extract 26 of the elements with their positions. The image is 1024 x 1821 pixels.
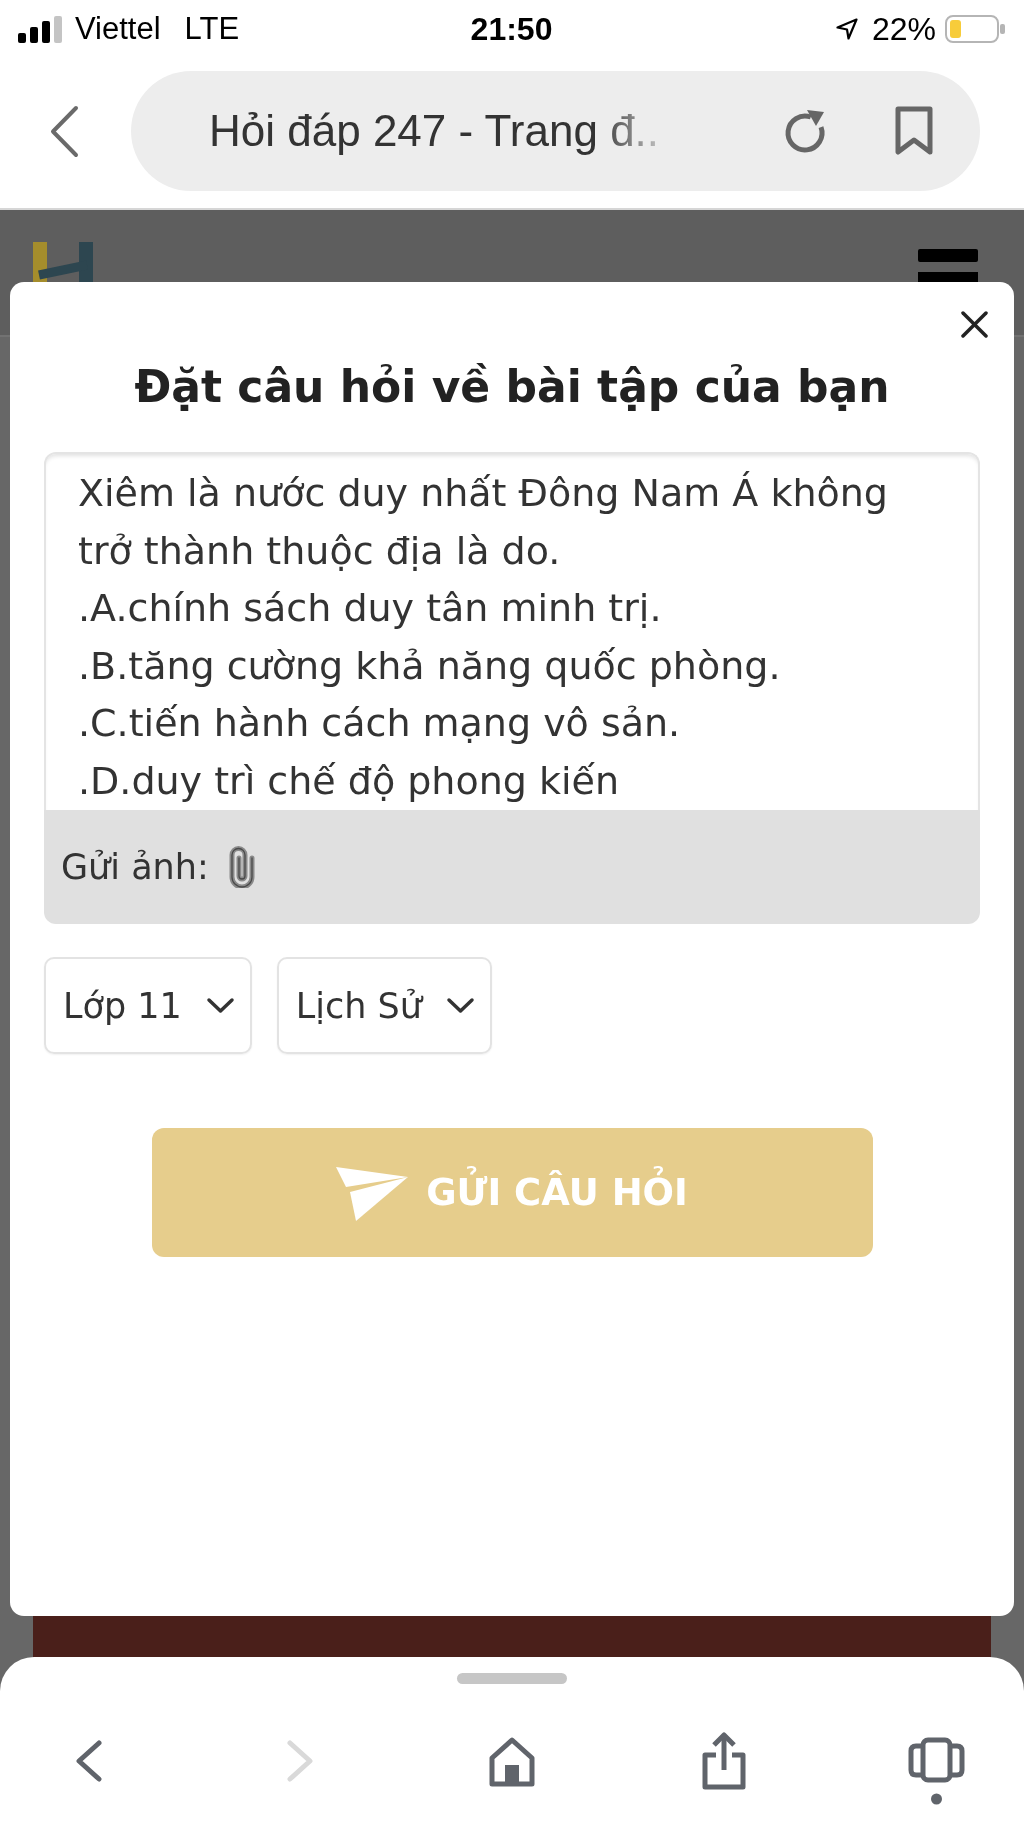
attach-label: Gửi ảnh: <box>61 847 209 887</box>
carrier-name: Viettel <box>75 11 161 47</box>
menu-icon[interactable] <box>918 249 978 282</box>
dropdown-select[interactable]: Lớp 11 <box>44 957 252 1054</box>
share-icon[interactable] <box>701 1732 747 1790</box>
clock-time: 21:50 <box>470 10 553 48</box>
chevron-down-icon <box>205 997 235 1014</box>
network-type: LTE <box>184 11 240 47</box>
chevron-left-icon[interactable] <box>49 104 79 158</box>
battery-percent: 22% <box>871 10 936 48</box>
tabs-icon[interactable] <box>907 1737 965 1805</box>
signal-icon <box>18 15 62 43</box>
close-icon[interactable] <box>961 311 988 338</box>
sheet-handle[interactable] <box>457 1673 567 1684</box>
chevron-left-icon[interactable] <box>74 1740 102 1782</box>
paper-plane-icon <box>336 1164 409 1221</box>
modal-title: Đặt câu hỏi về bài tập của bạn <box>133 361 891 413</box>
home-icon[interactable] <box>489 1737 535 1787</box>
battery-icon <box>945 15 1005 43</box>
dropdown-select[interactable]: Lịch Sử <box>276 957 492 1054</box>
chevron-down-icon <box>446 997 475 1014</box>
address-bar[interactable]: Hỏi đáp 247 - Trang đ.. <box>131 71 980 191</box>
bookmark-icon[interactable] <box>894 106 934 156</box>
logo-icon[interactable] <box>33 242 93 282</box>
page-title: Hỏi đáp 247 - Trang đ.. <box>209 106 660 156</box>
location-arrow-icon <box>835 18 858 40</box>
